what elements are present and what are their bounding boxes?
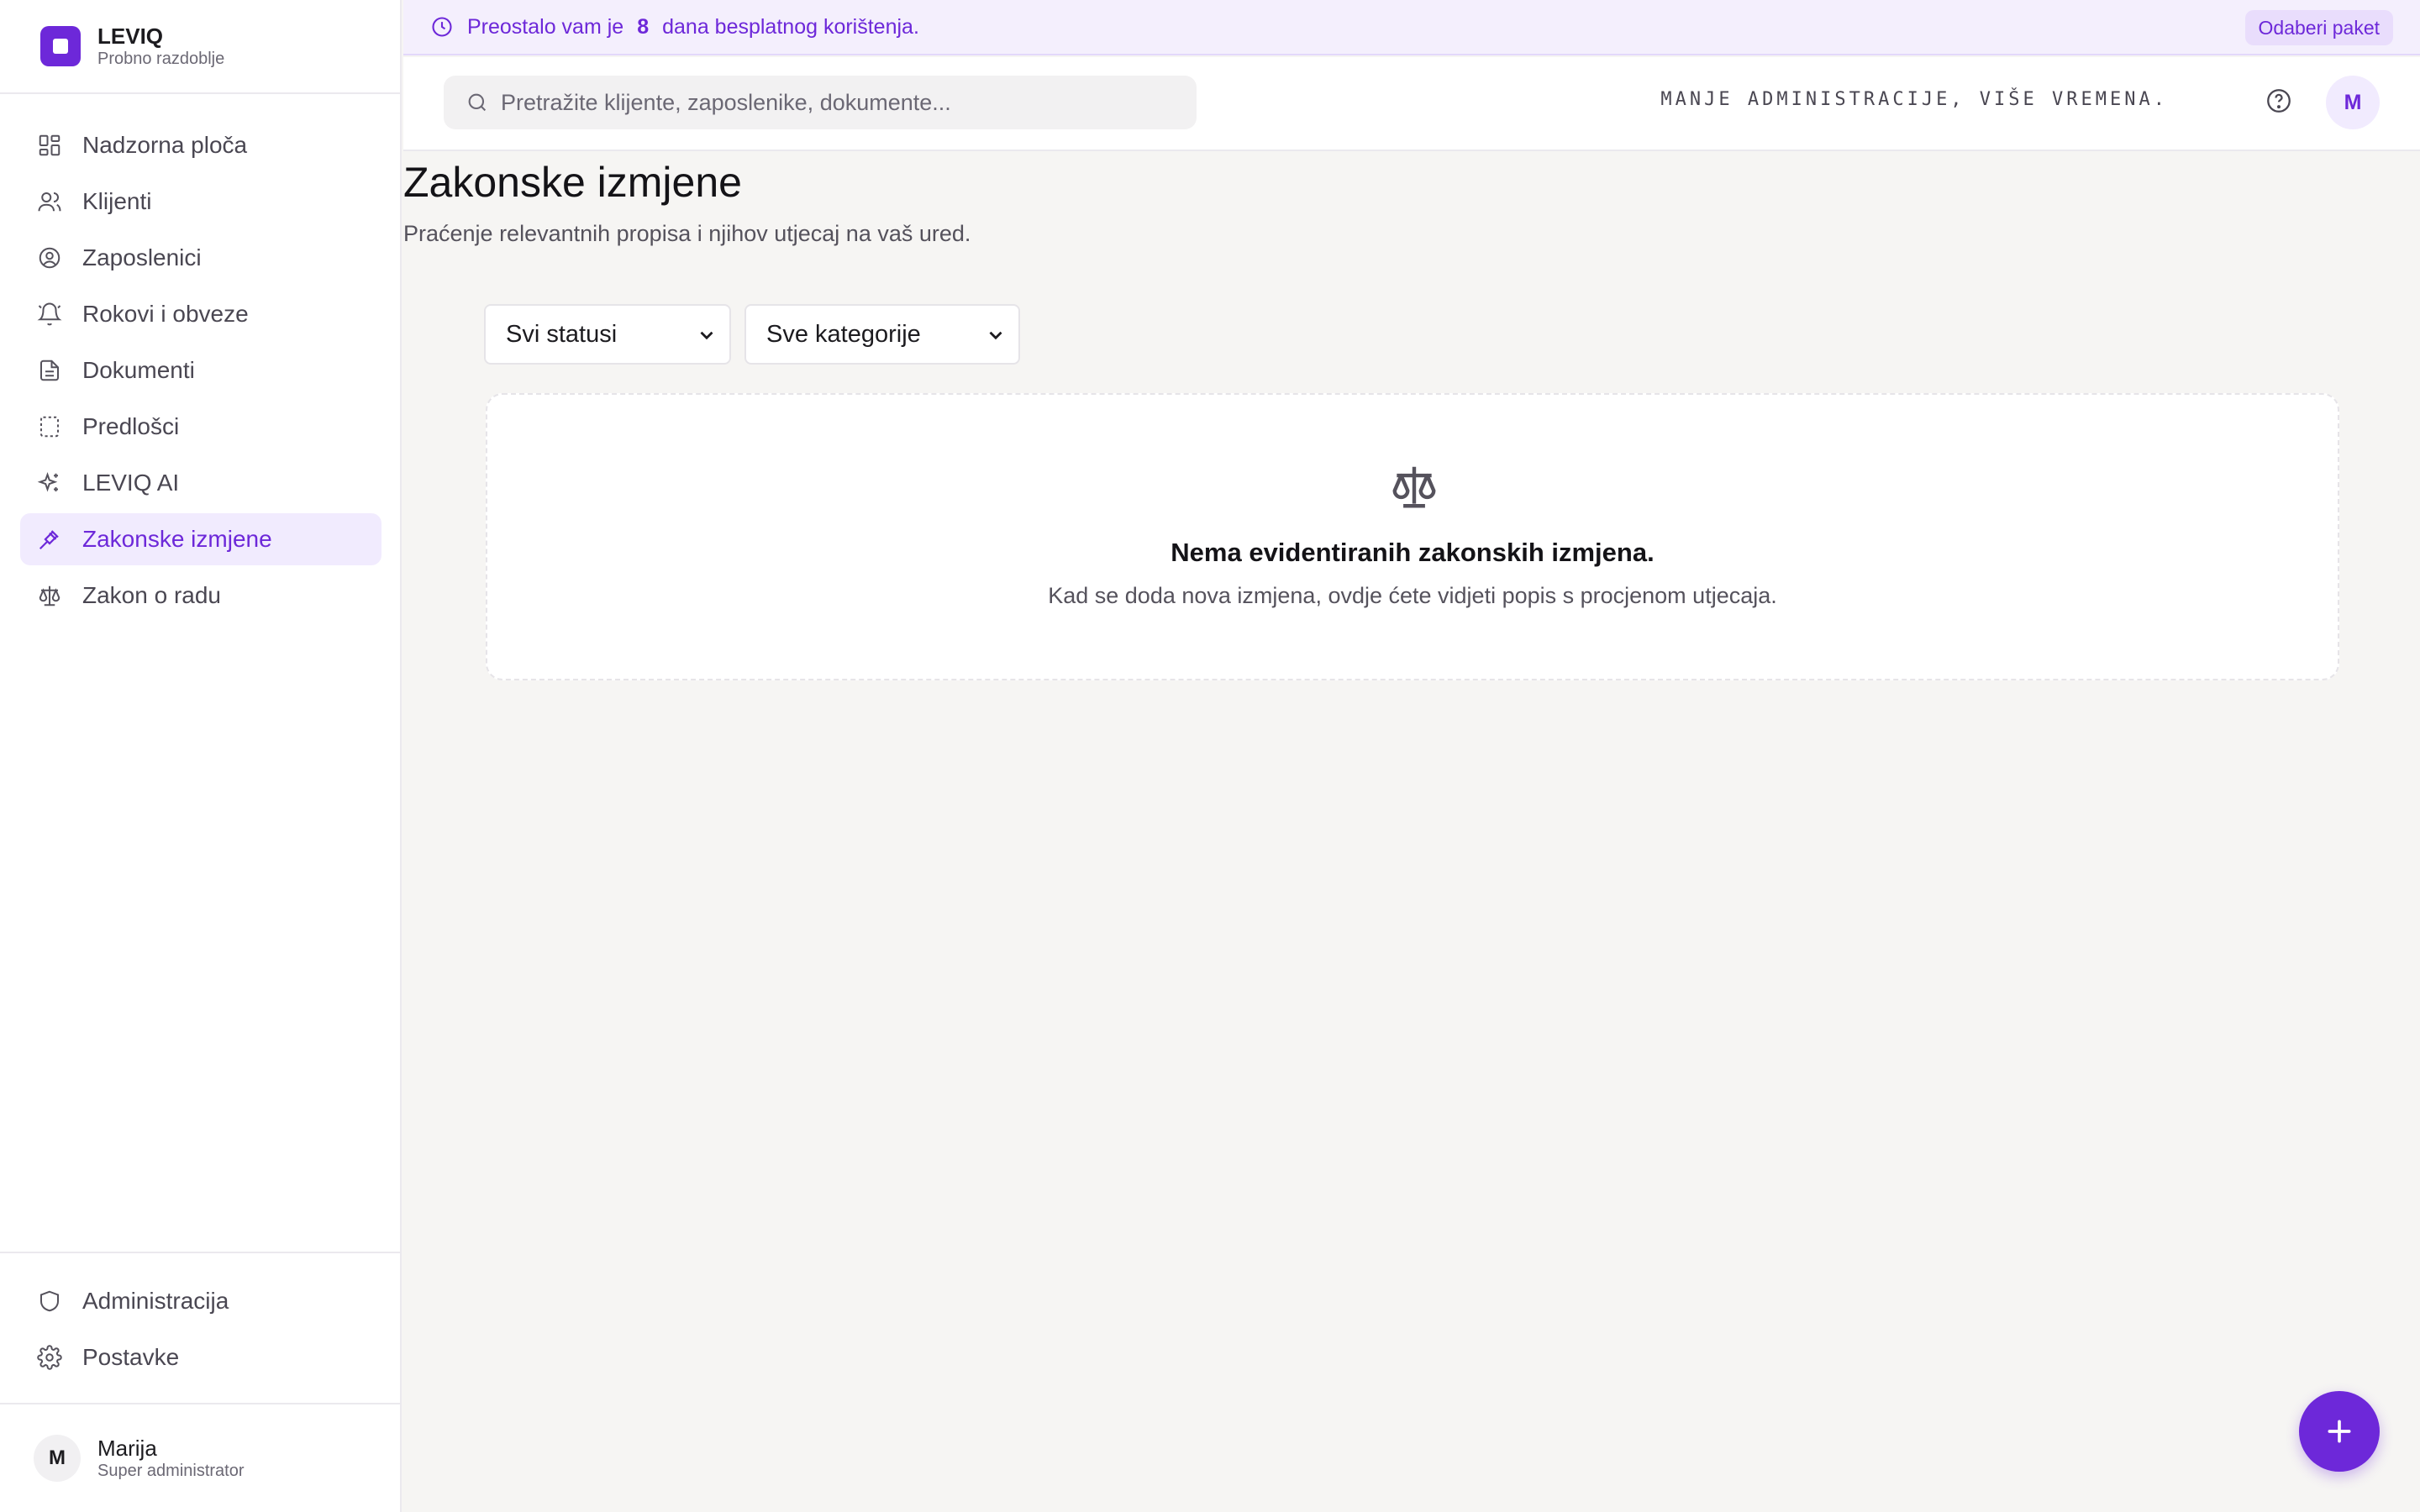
user-role: Super administrator: [97, 1462, 245, 1480]
chevron-down-icon: [696, 324, 718, 346]
clock-icon: [430, 15, 454, 39]
shield-icon: [37, 1289, 62, 1314]
page-subtitle: Praćenje relevantnih propisa i njihov ut…: [403, 221, 971, 246]
template-icon: [37, 414, 62, 439]
status-filter-select[interactable]: Svi statusi: [484, 304, 731, 365]
brand[interactable]: LEVIQ Probno razdoblje: [0, 0, 400, 94]
plus-icon: [2323, 1415, 2356, 1448]
sidebar-item-label: Rokovi i obveze: [82, 301, 249, 327]
sidebar-item-documents[interactable]: Dokumenti: [20, 344, 381, 396]
users-icon: [37, 189, 62, 214]
help-icon: [2265, 87, 2293, 115]
page-title: Zakonske izmjene: [403, 159, 742, 206]
empty-state-text: Kad se doda nova izmjena, ovdje ćete vid…: [1048, 583, 1777, 608]
document-icon: [37, 358, 62, 383]
trial-days-count: 8: [637, 14, 650, 39]
sidebar-item-labor-law[interactable]: Zakon o radu: [20, 570, 381, 622]
trial-banner: Preostalo vam je 8 dana besplatnog koriš…: [403, 0, 2420, 55]
sidebar-item-label: Klijenti: [82, 188, 152, 214]
scale-icon: [1388, 460, 1440, 512]
search-input[interactable]: [501, 89, 1190, 116]
sidebar-item-administration[interactable]: Administracija: [20, 1275, 380, 1327]
sidebar-item-legal-changes[interactable]: Zakonske izmjene: [20, 513, 381, 565]
gear-icon: [37, 1345, 62, 1370]
sidebar-item-label: Zaposlenici: [82, 244, 202, 270]
search-icon: [466, 91, 489, 114]
sidebar-item-dashboard[interactable]: Nadzorna ploča: [20, 119, 381, 171]
scale-icon: [37, 583, 62, 608]
sidebar-item-leviq-ai[interactable]: LEVIQ AI: [20, 457, 381, 509]
user-circle-icon: [37, 245, 62, 270]
topbar: MANJE ADMINISTRACIJE, VIŠE VREMENA. M: [403, 57, 2420, 151]
sidebar-item-label: LEVIQ AI: [82, 470, 180, 496]
sparkles-icon: [37, 470, 62, 496]
sidebar-item-label: Dokumenti: [82, 357, 195, 383]
sidebar-item-label: Zakon o radu: [82, 582, 221, 608]
sidebar-item-templates[interactable]: Predlošci: [20, 401, 381, 453]
empty-state-title: Nema evidentiranih zakonskih izmjena.: [1171, 538, 1655, 567]
brand-name: LEVIQ: [97, 24, 164, 49]
status-filter-value: Svi statusi: [506, 320, 618, 348]
sidebar-bottom-nav: Administracija Postavke: [0, 1252, 400, 1388]
sidebar-item-label: Administracija: [82, 1288, 229, 1314]
sidebar-item-label: Zakonske izmjene: [82, 526, 272, 552]
sidebar-item-employees[interactable]: Zaposlenici: [20, 232, 381, 284]
brand-subtitle: Probno razdoblje: [97, 50, 225, 68]
help-button[interactable]: [2262, 84, 2296, 118]
trial-banner-suffix: dana besplatnog korištenja.: [662, 14, 919, 39]
user-name: Marija: [97, 1436, 157, 1461]
bell-icon: [37, 302, 62, 327]
add-button[interactable]: [2299, 1391, 2380, 1472]
sidebar: LEVIQ Probno razdoblje Nadzorna ploča Kl…: [0, 0, 402, 1512]
chevron-down-icon: [985, 324, 1007, 346]
sidebar-item-deadlines[interactable]: Rokovi i obveze: [20, 288, 381, 340]
sidebar-nav: Nadzorna ploča Klijenti Zaposlenici Roko…: [20, 119, 381, 626]
category-filter-value: Sve kategorije: [766, 320, 921, 348]
category-filter-select[interactable]: Sve kategorije: [744, 304, 1020, 365]
user-profile[interactable]: M Marija Super administrator: [0, 1403, 400, 1512]
dashboard-icon: [37, 133, 62, 158]
sidebar-item-settings[interactable]: Postavke: [20, 1331, 380, 1383]
choose-plan-button[interactable]: Odaberi paket: [2244, 10, 2393, 45]
logo-icon: [40, 26, 81, 66]
avatar: M: [34, 1435, 81, 1482]
avatar[interactable]: M: [2326, 76, 2380, 129]
sidebar-item-label: Postavke: [82, 1344, 180, 1370]
sidebar-item-label: Predlošci: [82, 413, 180, 439]
sidebar-item-label: Nadzorna ploča: [82, 132, 248, 158]
search-box[interactable]: [444, 76, 1197, 129]
sidebar-item-clients[interactable]: Klijenti: [20, 176, 381, 228]
empty-state: Nema evidentiranih zakonskih izmjena. Ka…: [486, 393, 2339, 680]
tagline: MANJE ADMINISTRACIJE, VIŠE VREMENA.: [1660, 89, 2168, 110]
gavel-icon: [37, 527, 62, 552]
trial-banner-prefix: Preostalo vam je: [467, 14, 624, 39]
